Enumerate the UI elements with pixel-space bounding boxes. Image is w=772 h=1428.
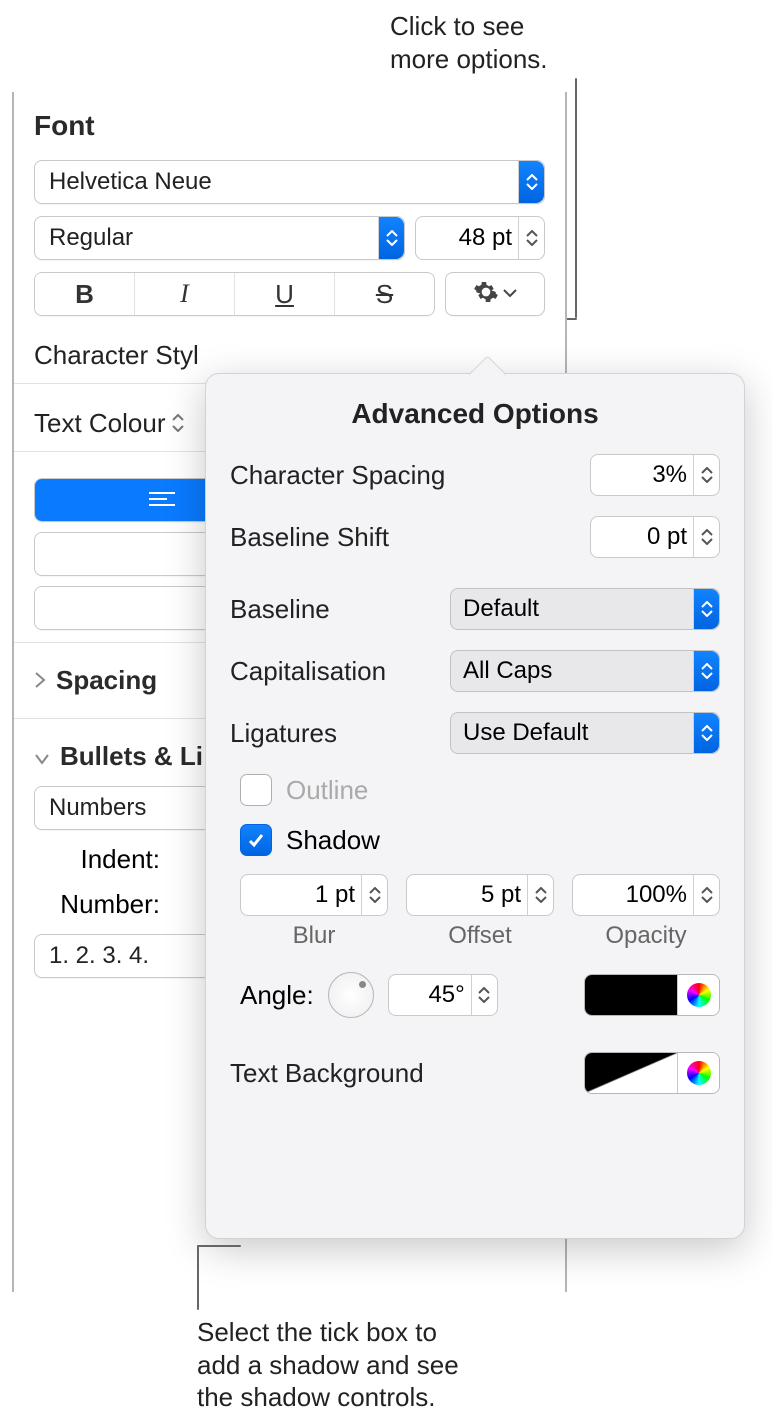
shadow-label: Shadow <box>286 825 380 856</box>
shadow-checkbox[interactable] <box>240 824 272 856</box>
shadow-colour-well[interactable] <box>584 974 720 1016</box>
text-background-label: Text Background <box>230 1058 584 1089</box>
chevron-up-down-icon <box>518 161 544 203</box>
angle-input[interactable] <box>389 981 471 1009</box>
stepper-arrows-icon[interactable] <box>693 517 719 557</box>
character-spacing-input[interactable] <box>591 461 693 489</box>
indent-label: Indent: <box>34 844 174 875</box>
baseline-shift-label: Baseline Shift <box>230 522 590 553</box>
shadow-opacity-input[interactable] <box>573 881 693 909</box>
shadow-checkbox-row[interactable]: Shadow <box>240 824 720 856</box>
spacing-label: Spacing <box>56 665 157 696</box>
shadow-colour-swatch[interactable] <box>585 975 677 1015</box>
shadow-offset-input[interactable] <box>407 881 527 909</box>
strikethrough-button[interactable]: S <box>335 273 434 315</box>
opacity-label: Opacity <box>572 922 720 950</box>
stepper-arrows-icon[interactable] <box>361 875 387 915</box>
angle-stepper[interactable] <box>388 974 498 1016</box>
font-family-value: Helvetica Neue <box>35 168 518 196</box>
font-size-stepper[interactable] <box>415 216 545 260</box>
text-style-segment: B I U S <box>34 272 435 316</box>
angle-dial[interactable] <box>328 972 374 1018</box>
annotation-line <box>197 1245 241 1247</box>
shadow-opacity-stepper[interactable] <box>572 874 720 916</box>
colour-picker-button[interactable] <box>677 975 719 1015</box>
outline-checkbox[interactable] <box>240 774 272 806</box>
font-family-select[interactable]: Helvetica Neue <box>34 160 545 204</box>
annotation-bottom: Select the tick box to add a shadow and … <box>197 1316 459 1414</box>
annotation-top: Click to see more options. <box>390 10 548 75</box>
baseline-label: Baseline <box>230 594 450 625</box>
annotation-line <box>575 78 577 318</box>
capitalisation-value: All Caps <box>451 657 693 685</box>
character-style-row[interactable]: Character Styl <box>34 340 545 371</box>
outline-checkbox-row[interactable]: Outline <box>240 774 720 806</box>
ligatures-value: Use Default <box>451 719 693 747</box>
capitalisation-label: Capitalisation <box>230 656 450 687</box>
baseline-value: Default <box>451 595 693 623</box>
advanced-options-popover: Advanced Options Character Spacing Basel… <box>205 373 745 1239</box>
shadow-blur-stepper[interactable] <box>240 874 388 916</box>
chevron-up-down-icon <box>693 651 719 691</box>
capitalisation-select[interactable]: All Caps <box>450 650 720 692</box>
font-section-title: Font <box>34 110 545 142</box>
outline-label: Outline <box>286 775 368 806</box>
offset-label: Offset <box>406 922 554 950</box>
chevron-up-down-icon <box>378 217 404 259</box>
text-colour-label: Text Colour <box>34 408 166 439</box>
gear-icon <box>473 279 499 310</box>
chevron-right-icon <box>34 665 46 696</box>
colour-wheel-icon <box>687 1061 711 1085</box>
colour-wheel-icon <box>687 983 711 1007</box>
baseline-shift-stepper[interactable] <box>590 516 720 558</box>
chevron-up-down-icon <box>693 589 719 629</box>
italic-button[interactable]: I <box>135 273 235 315</box>
stepper-arrows-icon[interactable] <box>471 975 497 1015</box>
stepper-arrows-icon[interactable] <box>518 217 544 259</box>
advanced-options-button[interactable] <box>445 272 545 316</box>
popover-title: Advanced Options <box>230 398 720 430</box>
shadow-offset-stepper[interactable] <box>406 874 554 916</box>
ligatures-label: Ligatures <box>230 718 450 749</box>
font-style-select[interactable]: Regular <box>34 216 405 260</box>
chevron-up-down-icon <box>172 408 184 439</box>
font-size-input[interactable] <box>416 224 518 252</box>
chevron-up-down-icon <box>693 713 719 753</box>
chevron-down-icon <box>503 285 517 303</box>
bold-button[interactable]: B <box>35 273 135 315</box>
font-style-value: Regular <box>35 224 378 252</box>
annotation-line <box>197 1245 199 1310</box>
chevron-down-icon <box>34 741 50 772</box>
text-background-colour-well[interactable] <box>584 1052 720 1094</box>
stepper-arrows-icon[interactable] <box>693 875 719 915</box>
character-spacing-label: Character Spacing <box>230 460 590 491</box>
angle-label: Angle: <box>240 980 314 1011</box>
number-label: Number: <box>34 889 174 920</box>
text-background-swatch[interactable] <box>585 1053 677 1093</box>
baseline-select[interactable]: Default <box>450 588 720 630</box>
underline-button[interactable]: U <box>235 273 335 315</box>
character-spacing-stepper[interactable] <box>590 454 720 496</box>
character-style-label: Character Styl <box>34 340 199 371</box>
ligatures-select[interactable]: Use Default <box>450 712 720 754</box>
shadow-blur-input[interactable] <box>241 881 361 909</box>
blur-label: Blur <box>240 922 388 950</box>
stepper-arrows-icon[interactable] <box>693 455 719 495</box>
colour-picker-button[interactable] <box>677 1053 719 1093</box>
baseline-shift-input[interactable] <box>591 523 693 551</box>
bullets-label: Bullets & Li <box>60 741 203 772</box>
stepper-arrows-icon[interactable] <box>527 875 553 915</box>
